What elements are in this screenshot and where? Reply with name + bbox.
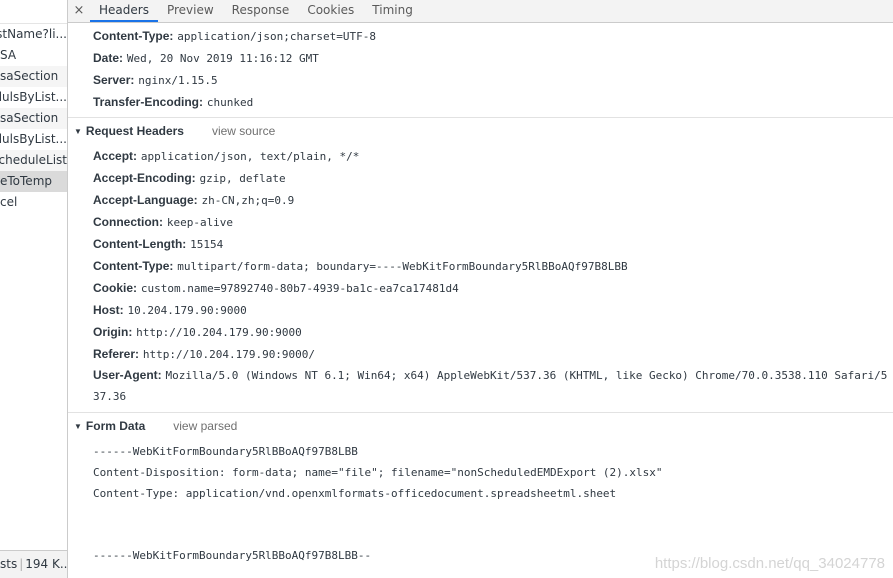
header-row: Accept-Language: zh-CN,zh;q=0.9 bbox=[93, 193, 295, 207]
header-row: Origin: http://10.204.179.90:9000 bbox=[93, 325, 302, 339]
header-row: Connection: keep-alive bbox=[93, 215, 234, 229]
section-divider bbox=[68, 117, 893, 118]
request-list: istName?li... SA saSection alulsByList..… bbox=[0, 0, 68, 578]
status-transferred: 194 K... bbox=[25, 557, 67, 571]
triangle-down-icon: ▼ bbox=[74, 127, 82, 136]
request-item[interactable]: cheduleList bbox=[0, 150, 67, 171]
detail-tabs: × Headers Preview Response Cookies Timin… bbox=[68, 0, 893, 23]
header-row: Content-Type: multipart/form-data; bound… bbox=[93, 259, 628, 273]
request-item[interactable]: saSection bbox=[0, 108, 67, 129]
form-data-line: ------WebKitFormBoundary5RlBBoAQf97B8LBB bbox=[93, 445, 358, 458]
request-item[interactable]: saSection bbox=[0, 66, 67, 87]
header-row: Server: nginx/1.15.5 bbox=[93, 73, 218, 87]
tab-timing[interactable]: Timing bbox=[363, 0, 422, 22]
view-parsed-link[interactable]: view parsed bbox=[173, 419, 237, 433]
header-row: Cookie: custom.name=97892740-80b7-4939-b… bbox=[93, 281, 459, 295]
status-bar: sts | 194 K... bbox=[0, 550, 67, 578]
request-item[interactable]: alulsByList... bbox=[0, 129, 67, 150]
header-row: Accept-Encoding: gzip, deflate bbox=[93, 171, 286, 185]
form-data-line: Content-Type: application/vnd.openxmlfor… bbox=[93, 487, 617, 500]
status-separator: | bbox=[19, 557, 24, 571]
status-requests: sts bbox=[0, 557, 18, 571]
header-row: Transfer-Encoding: chunked bbox=[93, 95, 254, 109]
request-headers-section-title[interactable]: ▼ Request Headers view source bbox=[74, 121, 275, 142]
header-row: Referer: http://10.204.179.90:9000/ bbox=[93, 347, 316, 361]
watermark: https://blog.csdn.net/qq_34024778 bbox=[654, 555, 885, 572]
tab-cookies[interactable]: Cookies bbox=[298, 0, 363, 22]
triangle-down-icon: ▼ bbox=[74, 422, 82, 431]
view-source-link[interactable]: view source bbox=[212, 124, 275, 138]
header-row: Host: 10.204.179.90:9000 bbox=[93, 303, 247, 317]
request-item[interactable]: alulsByList... bbox=[0, 87, 67, 108]
tab-response[interactable]: Response bbox=[223, 0, 299, 22]
header-row: Accept: application/json, text/plain, */… bbox=[93, 149, 360, 163]
tab-preview[interactable]: Preview bbox=[158, 0, 223, 22]
devtools-network-panel: istName?li... SA saSection alulsByList..… bbox=[0, 0, 893, 578]
close-icon[interactable]: × bbox=[68, 0, 90, 22]
request-item[interactable]: istName?li... bbox=[0, 24, 67, 45]
request-list-header bbox=[0, 0, 67, 24]
header-row: Date: Wed, 20 Nov 2019 11:16:12 GMT bbox=[93, 51, 319, 65]
form-data-section-title[interactable]: ▼ Form Data view parsed bbox=[74, 416, 237, 437]
header-row: User-Agent: Mozilla/5.0 (Windows NT 6.1;… bbox=[93, 368, 888, 403]
request-item-selected[interactable]: eToTemp bbox=[0, 171, 67, 192]
form-data-line: ------WebKitFormBoundary5RlBBoAQf97B8LBB… bbox=[93, 549, 372, 562]
header-row: Content-Length: 15154 bbox=[93, 237, 224, 251]
form-data-line: Content-Disposition: form-data; name="fi… bbox=[93, 466, 663, 479]
tab-headers[interactable]: Headers bbox=[90, 0, 158, 22]
section-divider bbox=[68, 412, 893, 413]
request-item[interactable]: SA bbox=[0, 45, 67, 66]
header-row: Content-Type: application/json;charset=U… bbox=[93, 29, 376, 43]
request-item[interactable]: cel bbox=[0, 192, 67, 213]
headers-content: Content-Type: application/json;charset=U… bbox=[68, 23, 893, 578]
